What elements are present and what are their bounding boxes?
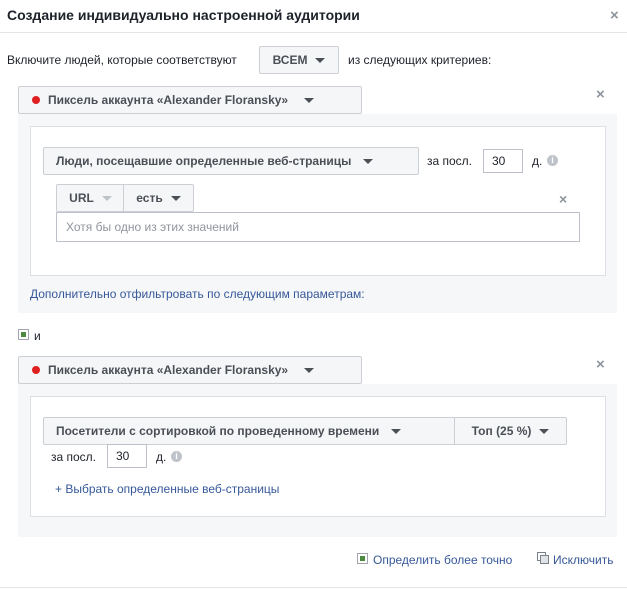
narrow-audience-link[interactable]: Определить более точно [373,553,512,567]
window-prefix: за посл. [51,450,97,464]
days-input[interactable]: 30 [107,444,147,468]
chevron-down-icon [363,158,374,164]
dialog-header: Создание индивидуально настроенной аудит… [0,0,627,33]
chevron-down-icon [304,367,315,373]
url-field-label: URL [69,191,94,205]
include-suffix: из следующих критериев: [348,53,492,67]
close-icon[interactable]: × [610,8,619,23]
event-label: Посетители с сортировкой по проведенному… [56,424,380,438]
info-icon[interactable]: i [547,155,558,166]
and-label: и [34,329,41,343]
chevron-down-icon [101,195,112,201]
info-icon[interactable]: i [171,451,182,462]
chevron-down-icon [391,428,402,434]
pixel-source-dropdown[interactable]: Пиксель аккаунта «Alexander Floransky» [18,356,362,384]
event-dropdown[interactable]: Люди, посещавшие определенные веб-страни… [43,147,419,175]
operator-dropdown[interactable]: есть [123,184,194,212]
dialog-title: Создание индивидуально настроенной аудит… [7,7,360,23]
pixel-source-label: Пиксель аккаунта «Alexander Floransky» [48,363,289,377]
status-dot-icon [32,96,40,104]
event-dropdown[interactable]: Посетители с сортировкой по проведенному… [43,417,455,445]
and-checkbox-icon [18,329,29,340]
match-mode-label: ВСЕМ [272,53,308,67]
remove-rule-icon[interactable]: × [596,87,605,102]
operator-label: есть [136,191,163,205]
chevron-down-icon [539,428,550,434]
exclude-link[interactable]: Исключить [553,553,613,567]
remove-filter-icon[interactable]: × [559,192,567,206]
event-label: Люди, посещавшие определенные веб-страни… [56,154,352,168]
include-prefix: Включите людей, которые соответствуют [7,53,237,67]
top-percent-label: Топ (25 %) [471,424,532,438]
chevron-down-icon [315,57,326,63]
remove-rule-icon[interactable]: × [596,357,605,372]
days-input[interactable]: 30 [483,149,523,173]
match-mode-dropdown[interactable]: ВСЕМ [259,46,339,74]
window-prefix: за посл. [427,154,473,168]
pixel-source-dropdown[interactable]: Пиксель аккаунта «Alexander Floransky» [18,86,362,114]
pixel-source-label: Пиксель аккаунта «Alexander Floransky» [48,93,289,107]
days-unit: д. [532,154,543,168]
status-dot-icon [32,366,40,374]
chevron-down-icon [170,195,181,201]
refine-filter-link[interactable]: Дополнительно отфильтровать по следующим… [30,287,365,301]
divider [0,587,627,588]
chevron-down-icon [304,97,315,103]
select-pages-link[interactable]: + Выбрать определенные веб-страницы [55,482,279,496]
exclude-icon[interactable] [537,552,549,564]
narrow-audience-icon[interactable] [357,553,368,564]
url-values-input[interactable]: Хотя бы одно из этих значений [56,212,580,242]
top-percent-dropdown[interactable]: Топ (25 %) [454,417,567,445]
url-field-dropdown[interactable]: URL [56,184,124,212]
days-unit: д. [156,450,167,464]
